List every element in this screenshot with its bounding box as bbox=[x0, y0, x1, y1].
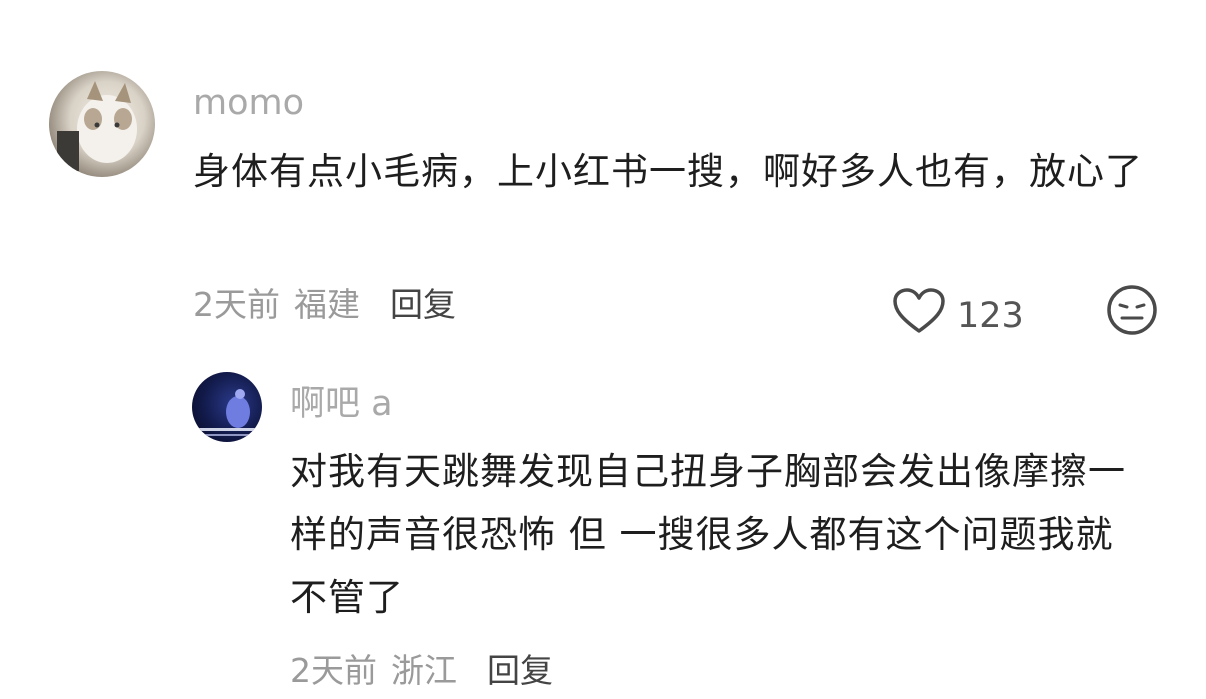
reply-button[interactable]: 回复 bbox=[390, 285, 456, 325]
comment-text: 身体有点小毛病，上小红书一搜，啊好多人也有，放心了 bbox=[193, 150, 1143, 193]
reply-time: 2天前 bbox=[290, 651, 377, 690]
comment-location: 福建 bbox=[294, 285, 360, 324]
like-count: 123 bbox=[957, 295, 1024, 336]
dislike-face-icon[interactable] bbox=[1106, 284, 1158, 340]
like-group[interactable]: 123 bbox=[893, 288, 1024, 343]
comment-username[interactable]: momo bbox=[193, 83, 304, 123]
reply-username[interactable]: 啊吧 a bbox=[290, 384, 393, 424]
avatar[interactable] bbox=[192, 372, 262, 442]
reply-meta: 2天前 浙江 回复 bbox=[290, 651, 553, 691]
heart-icon[interactable] bbox=[893, 288, 945, 343]
avatar[interactable] bbox=[49, 71, 155, 177]
reply-location: 浙江 bbox=[391, 651, 457, 690]
reply-text: 对我有天跳舞发现自己扭身子胸部会发出像摩擦一样的声音很恐怖 但 一搜很多人都有这… bbox=[290, 450, 1126, 619]
reply-avatar-image bbox=[192, 389, 262, 436]
comment-time: 2天前 bbox=[193, 285, 280, 324]
reply-button[interactable]: 回复 bbox=[487, 651, 553, 691]
cat-avatar-image bbox=[57, 81, 137, 171]
comment-meta: 2天前 福建 回复 bbox=[193, 285, 456, 325]
